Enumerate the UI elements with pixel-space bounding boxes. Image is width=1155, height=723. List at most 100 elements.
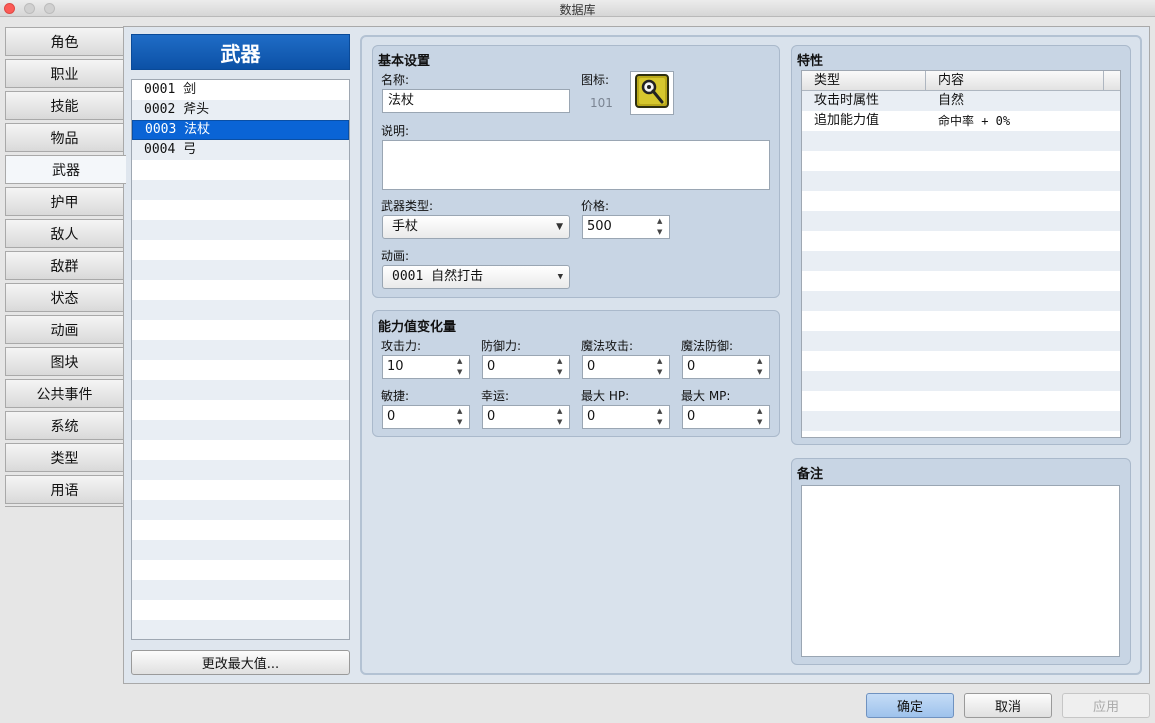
tab-label: 职业	[50, 66, 79, 83]
max-mp-stepper[interactable]: 0 ▲ ▼	[682, 405, 770, 429]
tab-animations[interactable]: 动画	[5, 315, 124, 344]
list-item[interactable]: 0004 弓	[132, 140, 349, 160]
stepper-arrows[interactable]: ▲ ▼	[657, 357, 666, 377]
attack-stepper[interactable]: 10 ▲ ▼	[382, 355, 470, 379]
up-arrow-icon[interactable]: ▲	[657, 217, 666, 226]
up-arrow-icon[interactable]: ▲	[657, 407, 666, 416]
tab-weapons[interactable]: 武器	[5, 155, 126, 184]
tab-common-events[interactable]: 公共事件	[5, 379, 124, 408]
stepper-arrows[interactable]: ▲ ▼	[757, 407, 766, 427]
up-arrow-icon[interactable]: ▲	[557, 407, 566, 416]
tab-actors[interactable]: 角色	[5, 27, 124, 56]
up-arrow-icon[interactable]: ▲	[457, 407, 466, 416]
list-item[interactable]: 0002 斧头	[132, 100, 349, 120]
tab-label: 类型	[50, 450, 79, 467]
animation-select[interactable]: 0001 自然打击 ▼	[382, 265, 570, 289]
list-header: 武器	[131, 34, 350, 70]
magic-defense-stepper[interactable]: 0 ▲ ▼	[682, 355, 770, 379]
weapon-type-select[interactable]: 手杖 ▼	[382, 215, 570, 239]
stepper-arrows[interactable]: ▲ ▼	[557, 357, 566, 377]
max-hp-label: 最大 HP:	[581, 389, 630, 403]
agility-stepper[interactable]: 0 ▲ ▼	[382, 405, 470, 429]
cancel-button[interactable]: 取消	[964, 693, 1052, 718]
max-mp-label: 最大 MP:	[681, 389, 731, 403]
tab-tilesets[interactable]: 图块	[5, 347, 124, 376]
weapon-type-value: 手杖	[392, 219, 419, 234]
luck-stepper[interactable]: 0 ▲ ▼	[482, 405, 570, 429]
defense-value: 0	[487, 359, 496, 374]
window-title: 数据库	[559, 3, 596, 17]
notes-title: 备注	[797, 467, 824, 482]
description-label: 说明:	[381, 124, 410, 138]
column-header-type[interactable]: 类型	[802, 71, 926, 90]
table-row[interactable]: 攻击时属性 自然	[802, 91, 1120, 111]
table-row[interactable]: 追加能力值 命中率 + 0%	[802, 111, 1120, 131]
tab-label: 图块	[50, 354, 79, 371]
tab-skills[interactable]: 技能	[5, 91, 124, 120]
tab-label: 物品	[50, 130, 79, 147]
tab-terms[interactable]: 用语	[5, 475, 124, 504]
down-arrow-icon[interactable]: ▼	[757, 418, 766, 427]
stepper-arrows[interactable]: ▲ ▼	[657, 407, 666, 427]
chevron-down-icon: ▼	[556, 222, 563, 232]
trait-type: 追加能力值	[814, 113, 880, 128]
tab-enemies[interactable]: 敌人	[5, 219, 124, 248]
down-arrow-icon[interactable]: ▼	[657, 368, 666, 377]
stepper-arrows[interactable]: ▲ ▼	[557, 407, 566, 427]
tab-label: 角色	[50, 34, 79, 51]
apply-button[interactable]: 应用	[1062, 693, 1150, 718]
agility-label: 敏捷:	[381, 389, 410, 403]
description-input[interactable]	[382, 140, 770, 190]
tab-states[interactable]: 状态	[5, 283, 124, 312]
up-arrow-icon[interactable]: ▲	[757, 407, 766, 416]
traits-table[interactable]: 类型 内容 攻击时属性 自然 追加能力值 命中率 + 0%	[801, 70, 1121, 438]
parameter-changes-title: 能力值变化量	[378, 320, 457, 335]
trait-type: 攻击时属性	[814, 93, 880, 108]
tab-label: 技能	[50, 98, 79, 115]
list-item-selected[interactable]: 0003 法杖	[132, 120, 349, 140]
tab-armors[interactable]: 护甲	[5, 187, 124, 216]
max-hp-stepper[interactable]: 0 ▲ ▼	[582, 405, 670, 429]
down-arrow-icon[interactable]: ▼	[457, 368, 466, 377]
icon-picker[interactable]	[630, 71, 674, 115]
trait-content: 命中率 + 0%	[938, 114, 1011, 128]
magic-attack-stepper[interactable]: 0 ▲ ▼	[582, 355, 670, 379]
down-arrow-icon[interactable]: ▼	[457, 418, 466, 427]
down-arrow-icon[interactable]: ▼	[657, 228, 666, 237]
up-arrow-icon[interactable]: ▲	[757, 357, 766, 366]
weapon-list[interactable]: 0001 剑 0002 斧头 0003 法杖 0004 弓	[131, 79, 350, 640]
down-arrow-icon[interactable]: ▼	[757, 368, 766, 377]
up-arrow-icon[interactable]: ▲	[557, 357, 566, 366]
column-header-content[interactable]: 内容	[926, 71, 1104, 90]
magic-defense-value: 0	[687, 359, 696, 374]
price-value: 500	[587, 219, 612, 234]
animation-label: 动画:	[381, 249, 410, 263]
up-arrow-icon[interactable]: ▲	[657, 357, 666, 366]
name-input[interactable]: 法杖	[382, 89, 570, 113]
tab-types[interactable]: 类型	[5, 443, 124, 472]
tab-list-end	[5, 506, 124, 507]
tab-items[interactable]: 物品	[5, 123, 124, 152]
stepper-arrows[interactable]: ▲ ▼	[457, 407, 466, 427]
list-item[interactable]: 0001 剑	[132, 80, 349, 100]
stepper-arrows[interactable]: ▲ ▼	[657, 217, 666, 237]
magic-attack-value: 0	[587, 359, 596, 374]
down-arrow-icon[interactable]: ▼	[557, 418, 566, 427]
tab-troops[interactable]: 敌群	[5, 251, 124, 280]
change-maximum-button[interactable]: 更改最大值...	[131, 650, 350, 675]
up-arrow-icon[interactable]: ▲	[457, 357, 466, 366]
attack-label: 攻击力:	[381, 339, 422, 353]
tab-system[interactable]: 系统	[5, 411, 124, 440]
defense-label: 防御力:	[481, 339, 522, 353]
down-arrow-icon[interactable]: ▼	[557, 368, 566, 377]
agility-value: 0	[387, 409, 396, 424]
stepper-arrows[interactable]: ▲ ▼	[457, 357, 466, 377]
down-arrow-icon[interactable]: ▼	[657, 418, 666, 427]
name-label: 名称:	[381, 73, 410, 87]
defense-stepper[interactable]: 0 ▲ ▼	[482, 355, 570, 379]
notes-input[interactable]	[801, 485, 1120, 657]
ok-button[interactable]: 确定	[866, 693, 954, 718]
stepper-arrows[interactable]: ▲ ▼	[757, 357, 766, 377]
tab-classes[interactable]: 职业	[5, 59, 124, 88]
price-stepper[interactable]: 500 ▲ ▼	[582, 215, 670, 239]
